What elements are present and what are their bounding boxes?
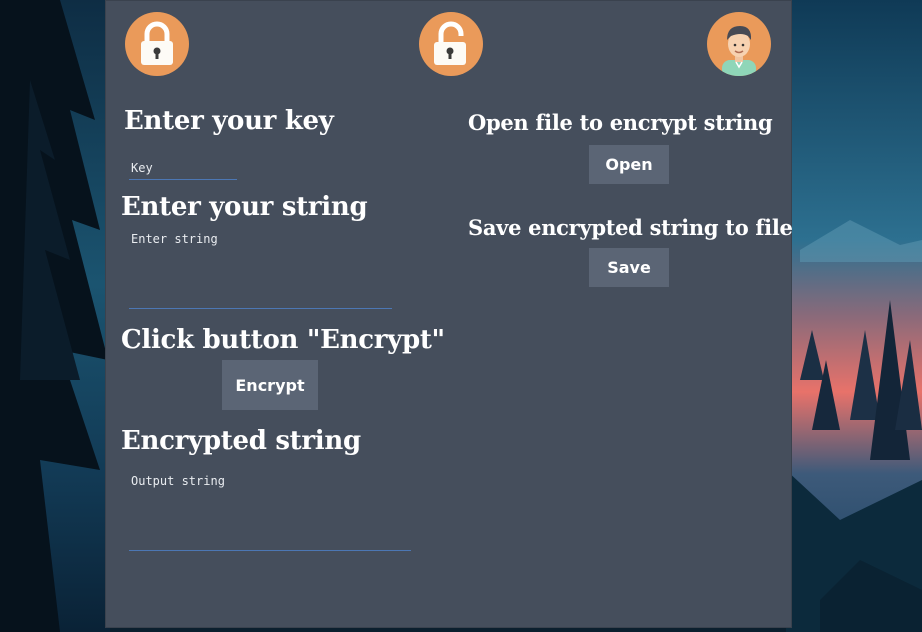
output-heading: Encrypted string (121, 426, 361, 456)
user-avatar-icon (707, 12, 771, 76)
save-file-heading: Save encrypted string to file (468, 215, 793, 240)
encrypt-instruction-heading: Click button "Encrypt" (121, 325, 445, 355)
output-field[interactable] (129, 473, 411, 551)
string-input[interactable] (129, 231, 392, 309)
encryption-app-window: Enter your key Enter your string Click b… (105, 0, 793, 628)
save-button[interactable]: Save (589, 248, 669, 287)
key-heading: Enter your key (124, 106, 334, 136)
key-input[interactable] (129, 156, 237, 180)
encrypt-button[interactable]: Encrypt (222, 360, 318, 410)
lock-closed-icon (125, 12, 189, 76)
open-file-heading: Open file to encrypt string (468, 110, 773, 135)
string-heading: Enter your string (121, 192, 368, 222)
open-button[interactable]: Open (589, 145, 669, 184)
lock-open-icon (419, 12, 483, 76)
